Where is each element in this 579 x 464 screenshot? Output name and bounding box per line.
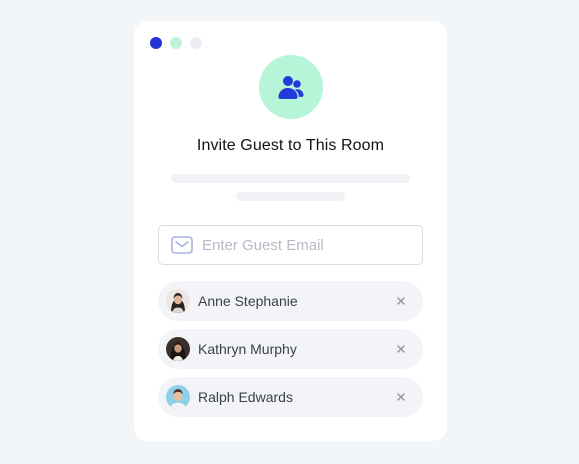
guest-name: Kathryn Murphy: [198, 341, 297, 357]
person-avatar-ralph: [166, 385, 190, 409]
window-dot-green[interactable]: [170, 37, 182, 49]
window-controls: [150, 37, 202, 49]
users-icon: [278, 76, 304, 99]
placeholder-text-line: [171, 174, 410, 183]
invite-guest-card: Invite Guest to This Room Anne Steph: [134, 21, 447, 441]
person-avatar-kathryn: [166, 337, 190, 361]
guest-name: Anne Stephanie: [198, 293, 298, 309]
guest-email-input[interactable]: [202, 236, 412, 254]
list-item: Ralph Edwards: [158, 377, 423, 417]
mail-icon: [171, 236, 193, 254]
list-item: Anne Stephanie: [158, 281, 423, 321]
close-icon: [397, 345, 405, 353]
person-avatar-anne: [166, 289, 190, 313]
guests-hero-badge: [259, 55, 323, 119]
window-dot-blue[interactable]: [150, 37, 162, 49]
guest-list: Anne Stephanie Kathryn Murphy Ralph Edwa…: [158, 281, 423, 425]
close-icon: [397, 297, 405, 305]
window-dot-gray[interactable]: [190, 37, 202, 49]
list-item: Kathryn Murphy: [158, 329, 423, 369]
placeholder-text-line: [236, 192, 345, 201]
close-icon: [397, 393, 405, 401]
remove-guest-button[interactable]: [393, 341, 409, 357]
guest-name: Ralph Edwards: [198, 389, 293, 405]
remove-guest-button[interactable]: [393, 293, 409, 309]
dialog-title: Invite Guest to This Room: [196, 137, 385, 154]
guest-email-field[interactable]: [158, 225, 423, 265]
remove-guest-button[interactable]: [393, 389, 409, 405]
